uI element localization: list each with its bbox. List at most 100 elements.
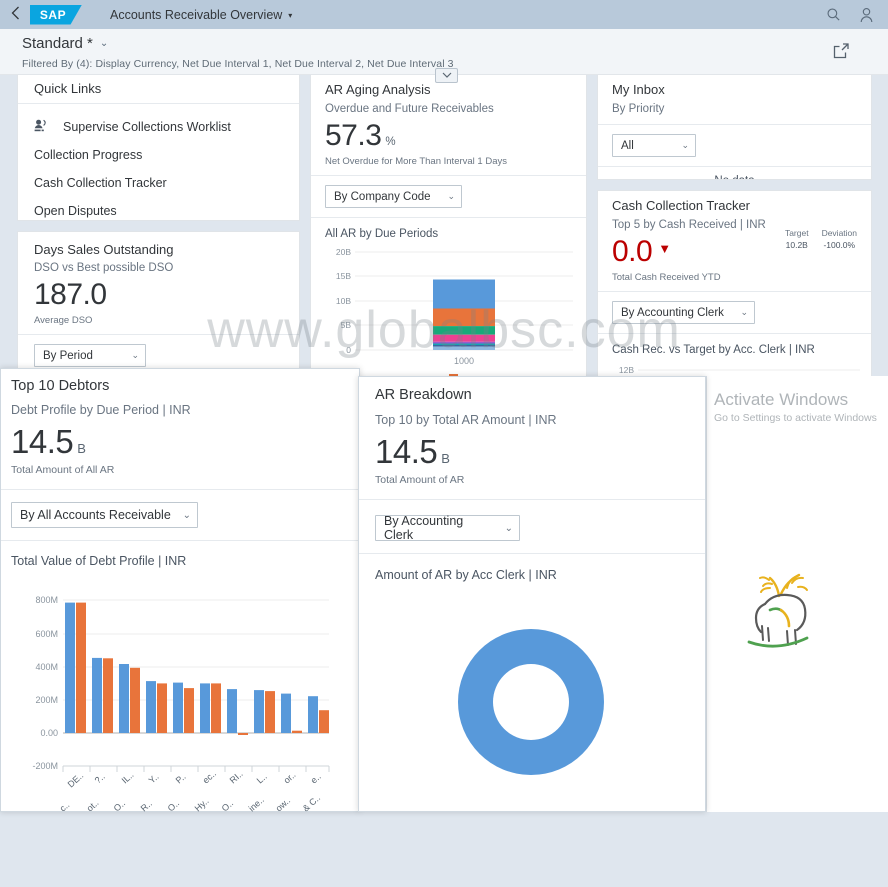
aging-chart-label: All AR by Due Periods [325, 228, 572, 240]
inbox-title: My Inbox [612, 82, 857, 97]
app-title-text: Accounts Receivable Overview [110, 8, 282, 22]
card-my-inbox: My Inbox By Priority All ⌄ No data [597, 75, 872, 180]
svg-text:L..: L.. [255, 771, 269, 785]
svg-text:200M: 200M [35, 695, 58, 705]
svg-text:10B: 10B [336, 296, 351, 306]
ar-chart-label: Amount of AR by Acc Clerk | INR [375, 568, 689, 582]
shell-actions [826, 7, 888, 23]
svg-text:or..: or.. [282, 770, 298, 786]
cash-kpi-note: Total Cash Received YTD [612, 272, 857, 283]
debtors-dimension-select[interactable]: By All Accounts Receivable ⌄ [11, 502, 198, 528]
svg-text:?..: ?.. [93, 771, 107, 785]
quick-link-label: Supervise Collections Worklist [63, 120, 231, 134]
quick-link-label: Cash Collection Tracker [34, 176, 167, 190]
variant-selector[interactable]: Standard * ⌄ [22, 35, 108, 52]
cash-deviation-value: -100.0% [822, 240, 857, 250]
ar-kpi-unit: B [441, 451, 450, 466]
svg-text:15B: 15B [336, 271, 351, 281]
user-avatar-icon[interactable] [859, 7, 874, 23]
quick-link-supervise-collections-worklist[interactable]: Supervise Collections Worklist [18, 113, 299, 141]
chevron-down-icon: ⌄ [447, 191, 455, 202]
dso-kpi-value: 187.0 [34, 280, 107, 310]
share-button[interactable] [832, 42, 852, 62]
card-quick-links: Quick Links Supervise Collections Workli… [17, 75, 300, 221]
svg-text:400M: 400M [35, 662, 58, 672]
debtors-select-value: By All Accounts Receivable [20, 508, 171, 522]
debtors-title: Top 10 Debtors [11, 378, 349, 394]
cash-select-value: By Accounting Clerk [621, 307, 724, 319]
aging-title: AR Aging Analysis [325, 82, 572, 97]
deer-logo-illustration [735, 562, 830, 662]
aging-select-value: By Company Code [334, 191, 431, 203]
trend-down-icon: ▼ [658, 241, 671, 256]
debt-profile-bar-chart[interactable]: 800M 600M 400M 200M 0.00 -200M [1, 574, 353, 826]
svg-text:O..: O.. [220, 798, 236, 813]
search-icon[interactable] [826, 7, 841, 22]
chevron-down-icon: ⌄ [131, 350, 139, 361]
debtors-kpi-note: Total Amount of All AR [11, 464, 349, 476]
ar-kpi-value: 14.5 [375, 435, 437, 468]
inbox-priority-select[interactable]: All ⌄ [612, 134, 696, 157]
ar-subtitle: Top 10 by Total AR Amount | INR [375, 413, 689, 427]
svg-text:20B: 20B [336, 247, 351, 257]
cash-title: Cash Collection Tracker [612, 198, 857, 213]
aging-subtitle: Overdue and Future Receivables [325, 103, 572, 115]
chevron-down-icon: ⌄ [505, 523, 513, 534]
dso-dimension-select[interactable]: By Period ⌄ [34, 344, 146, 367]
variant-name: Standard * [22, 35, 93, 52]
cash-dimension-select[interactable]: By Accounting Clerk ⌄ [612, 301, 755, 324]
ar-select-value: By Accounting Clerk [384, 514, 495, 542]
svg-text:ec..: ec.. [201, 768, 218, 785]
inbox-empty-state: No data [598, 167, 871, 180]
aging-kpi-note: Net Overdue for More Than Interval 1 Day… [325, 156, 572, 167]
svg-text:R..: R.. [139, 798, 154, 813]
back-button[interactable] [0, 6, 30, 23]
svg-text:P..: P.. [174, 771, 188, 785]
dso-subtitle: DSO vs Best possible DSO [34, 262, 283, 274]
quick-link-label: Collection Progress [34, 148, 142, 162]
cash-target-value: 10.2B [785, 240, 809, 250]
debtors-kpi-unit: B [77, 441, 86, 456]
collapse-filter-bar-button[interactable] [435, 68, 458, 83]
chevron-down-icon: ▾ [288, 11, 292, 20]
svg-text:IL..: IL.. [120, 770, 136, 786]
svg-text:ine..: ine.. [247, 795, 266, 814]
ar-aging-stacked-bar-chart[interactable]: 20B 15B 10B 5B 0 1000 [311, 242, 586, 367]
sap-logo[interactable]: SAP [30, 5, 82, 25]
quick-link-label: Open Disputes [34, 204, 117, 218]
app-title[interactable]: Accounts Receivable Overview ▾ [110, 8, 292, 22]
debtors-subtitle: Debt Profile by Due Period | INR [11, 403, 349, 417]
chevron-down-icon: ⌄ [100, 38, 108, 49]
quick-link-open-disputes[interactable]: Open Disputes [18, 197, 299, 221]
dso-select-value: By Period [43, 350, 93, 362]
aging-kpi-unit: % [385, 136, 395, 148]
chevron-down-icon: ⌄ [740, 307, 748, 318]
svg-text:600M: 600M [35, 629, 58, 639]
svg-text:800M: 800M [35, 595, 58, 605]
cash-chart-label: Cash Rec. vs Target by Acc. Clerk | INR [612, 344, 857, 356]
svg-text:ow..: ow.. [274, 795, 293, 813]
debtors-chart-label: Total Value of Debt Profile | INR [11, 554, 349, 568]
quick-link-collection-progress[interactable]: Collection Progress [18, 141, 299, 169]
share-icon [832, 42, 850, 60]
svg-text:0.00: 0.00 [40, 728, 58, 738]
chevron-down-icon: ⌄ [681, 140, 689, 151]
svg-text:-200M: -200M [32, 761, 58, 771]
ar-title: AR Breakdown [375, 387, 689, 403]
svg-text:O..: O.. [112, 798, 128, 813]
dso-kpi-note: Average DSO [34, 315, 283, 326]
aging-dimension-select[interactable]: By Company Code ⌄ [325, 185, 462, 208]
svg-text:ot..: ot.. [85, 798, 101, 814]
sap-logo-text: SAP [40, 8, 66, 22]
debtors-kpi-value: 14.5 [11, 425, 73, 458]
svg-text:12B: 12B [619, 365, 634, 375]
ar-by-clerk-donut-chart[interactable] [359, 602, 705, 842]
window-ar-breakdown: AR Breakdown Top 10 by Total AR Amount |… [358, 376, 706, 812]
ar-dimension-select[interactable]: By Accounting Clerk ⌄ [375, 515, 520, 541]
quick-link-cash-collection-tracker[interactable]: Cash Collection Tracker [18, 169, 299, 197]
svg-text:O..: O.. [166, 798, 182, 813]
back-chevron-icon [11, 6, 20, 20]
inbox-subtitle: By Priority [612, 103, 857, 115]
svg-text:e..: e.. [309, 771, 323, 785]
svg-text:1000: 1000 [454, 356, 474, 366]
